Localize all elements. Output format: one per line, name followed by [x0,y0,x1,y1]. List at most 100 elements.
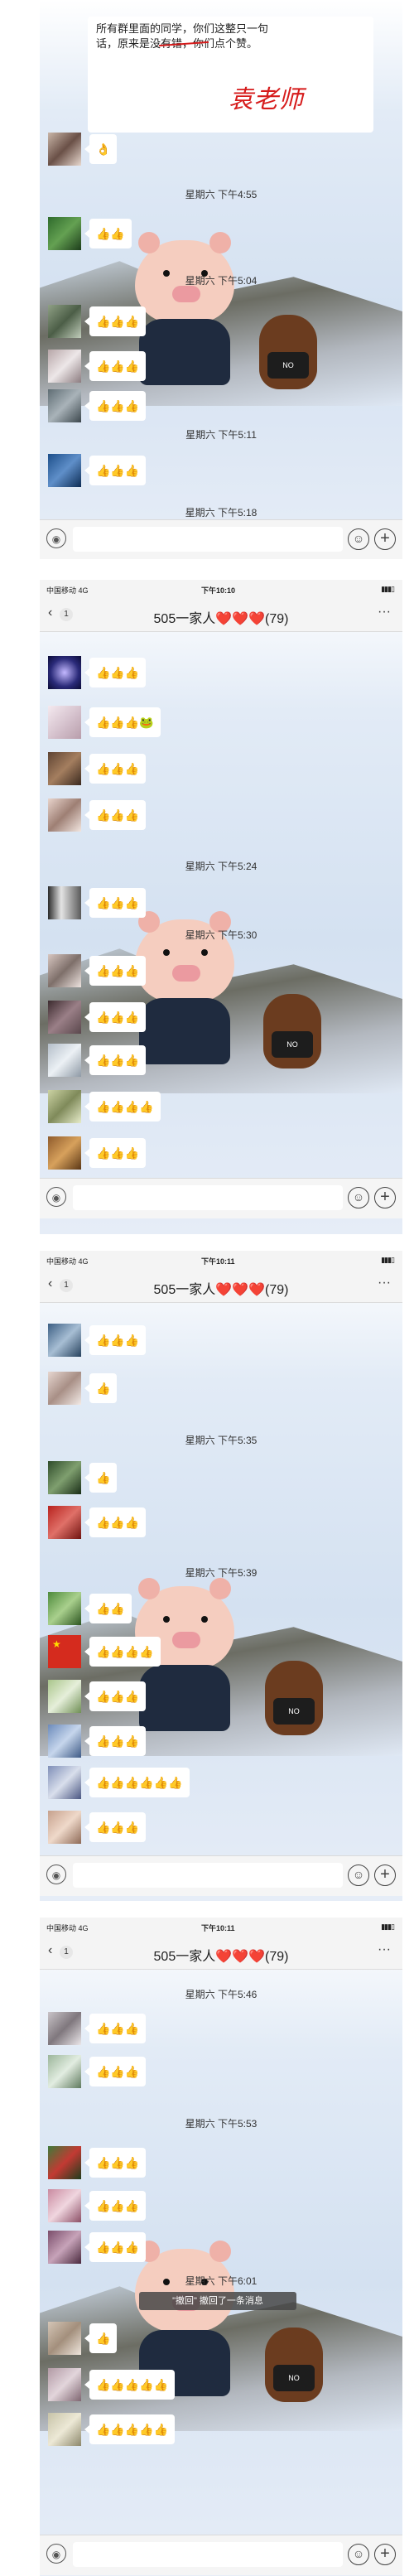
avatar[interactable] [48,2413,81,2446]
plus-icon[interactable]: + [374,528,396,550]
voice-icon[interactable]: ◉ [46,1187,66,1207]
message-bubble[interactable]: 👍👍👍 [84,1045,147,1075]
message-bubble[interactable]: 👍👍👍👍👍 [84,2414,176,2444]
message-bubble[interactable]: 👍👍👍👍 [84,1637,161,1667]
voice-icon[interactable]: ◉ [46,528,66,548]
carrier-label: 中国移动 4G [46,1257,89,1266]
message-bubble[interactable]: 👍👍👍👍👍 [84,2370,176,2400]
message-bubble[interactable]: 👍 [84,1463,118,1493]
message-bubble[interactable]: 👍👍👍 [84,1681,147,1711]
avatar[interactable] [48,1811,81,1844]
avatar[interactable] [48,706,81,739]
message-input[interactable] [73,1185,343,1210]
avatar[interactable] [48,2368,81,2401]
message-bubble[interactable]: 👍👍👍 [84,1325,147,1355]
voice-icon[interactable]: ◉ [46,1864,66,1884]
timestamp: 星期六 下午5:53 [185,2118,258,2130]
message-bubble[interactable]: 👍👍👍👍👍👍 [84,1768,190,1797]
plus-icon[interactable]: + [374,2544,396,2565]
emoji-icon[interactable]: ☺ [348,528,369,550]
message-bubble[interactable]: 👍👍👍 [84,1138,147,1168]
emoji-icon[interactable]: ☺ [348,1864,369,1886]
avatar[interactable] [48,454,81,487]
message-bubble[interactable]: 👍👍 [84,1594,132,1623]
message-bubble[interactable]: 👍👍👍 [84,2232,147,2262]
more-icon[interactable]: ··· [378,1942,391,1957]
avatar[interactable] [48,954,81,987]
avatar[interactable] [48,2322,81,2355]
avatar[interactable] [48,2189,81,2222]
message-bubble[interactable]: 👌 [84,134,118,164]
message-input[interactable] [73,2542,343,2567]
chat-screen-1: 所有群里面的同学，你们这整只一句话，原来是没有错，你们点个赞。 袁老师 👌 星期… [40,0,402,559]
plus-icon[interactable]: + [374,1187,396,1208]
message-bubble[interactable]: 👍👍👍 [84,1002,147,1032]
message-bubble[interactable]: 👍👍👍👍 [84,1092,161,1122]
avatar[interactable] [48,752,81,785]
avatar[interactable] [48,1090,81,1123]
avatar[interactable] [48,1136,81,1170]
message-bubble[interactable]: 👍👍👍 [84,391,147,421]
avatar[interactable] [48,350,81,383]
message-bubble[interactable]: 👍👍👍 [84,800,147,830]
message-bubble[interactable]: 👍👍👍 [84,754,147,784]
avatar[interactable] [48,1592,81,1625]
avatar[interactable] [48,305,81,338]
emoji-icon[interactable]: ☺ [348,1187,369,1208]
avatar[interactable] [48,1680,81,1713]
message-bubble[interactable]: 👍👍👍 [84,1507,147,1537]
avatar[interactable] [48,2055,81,2088]
avatar[interactable] [48,656,81,689]
avatar[interactable] [48,798,81,832]
timestamp: 星期六 下午5:39 [185,1567,258,1579]
message-bubble[interactable]: 👍 [84,1373,118,1403]
message-bubble[interactable]: 👍 [84,2323,118,2353]
voice-icon[interactable]: ◉ [46,2544,66,2564]
message-bubble[interactable]: 👍👍👍🐸 [84,707,161,737]
more-icon[interactable]: ··· [378,1276,391,1290]
avatar[interactable] [48,886,81,919]
avatar[interactable] [48,2012,81,2045]
message-bubble[interactable]: 👍👍👍 [84,888,147,918]
teddy-bear: NO [265,1661,323,1735]
message-bubble[interactable]: 👍👍👍 [84,306,147,336]
message-bubble[interactable]: 👍👍👍 [84,956,147,986]
message-bubble[interactable]: 👍👍👍 [84,456,147,485]
chat-title: 505一家人❤️❤️❤️(79) [153,1950,289,1964]
avatar[interactable] [48,1725,81,1758]
avatar[interactable]: ★ [48,1635,81,1668]
bear-shirt: NO [267,352,309,379]
message-input[interactable] [73,527,343,552]
pinned-message-text: 所有群里面的同学，你们这整只一句话，原来是没有错，你们点个赞。 [96,22,269,50]
avatar[interactable] [48,1044,81,1077]
chat-screen-3: 中国移动 4G 下午10:11 ▮▮▮▯ ‹ 1 505一家人❤️❤️❤️(79… [40,1251,402,1901]
message-bubble[interactable]: 👍👍👍 [84,658,147,687]
message-bubble[interactable]: 👍👍👍 [84,2057,147,2086]
emoji-icon[interactable]: ☺ [348,2544,369,2565]
avatar[interactable] [48,1766,81,1799]
avatar[interactable] [48,217,81,250]
avatar[interactable] [48,1372,81,1405]
carrier-label: 中国移动 4G [46,1924,89,1932]
message-bubble[interactable]: 👍👍👍 [84,2014,147,2043]
clock: 下午10:11 [201,1257,235,1266]
avatar[interactable] [48,389,81,422]
avatar[interactable] [48,1324,81,1357]
more-icon[interactable]: ··· [378,605,391,620]
message-bubble[interactable]: 👍👍👍 [84,2148,147,2178]
message-input[interactable] [73,1863,343,1888]
message-bubble[interactable]: 👍👍👍 [84,351,147,381]
message-bubble[interactable]: 👍👍👍 [84,1812,147,1842]
message-bubble[interactable]: 👍👍 [84,219,132,248]
avatar[interactable] [48,2146,81,2179]
avatar[interactable] [48,2231,81,2264]
plus-icon[interactable]: + [374,1864,396,1886]
avatar[interactable] [48,133,81,166]
avatar[interactable] [48,1506,81,1539]
flag-icon: ★ [52,1638,61,1650]
message-bubble[interactable]: 👍👍👍 [84,1726,147,1756]
avatar[interactable] [48,1001,81,1034]
avatar[interactable] [48,1461,81,1494]
message-bubble[interactable]: 👍👍👍 [84,2191,147,2221]
teddy-bear: NO [259,315,317,389]
